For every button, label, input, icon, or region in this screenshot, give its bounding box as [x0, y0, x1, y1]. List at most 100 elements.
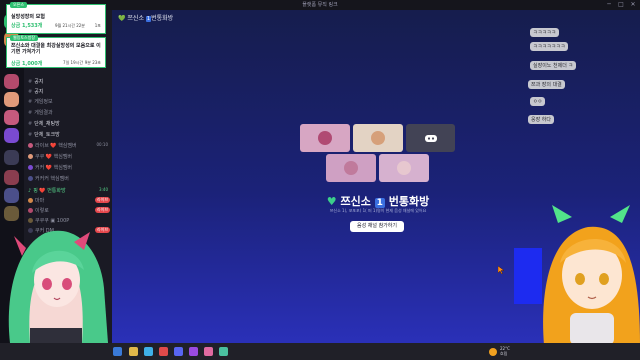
app-icon[interactable] — [204, 347, 213, 356]
channel-header-name: 쯔신소 — [127, 15, 144, 22]
member-label: 커커 ❤️ 핵심멤버 — [35, 165, 73, 171]
server-icon[interactable] — [4, 150, 19, 165]
overlay-block — [514, 248, 542, 304]
live-badge: 라이브 — [94, 197, 110, 203]
avatar — [28, 165, 33, 170]
member-label: 쿠쿠 ❤️ 핵심멤버 — [35, 154, 73, 160]
chat-message: ㅋㅋㅋㅋㅋㅋㅋ — [530, 42, 569, 51]
start-icon[interactable] — [113, 347, 122, 356]
discord-icon[interactable] — [174, 347, 183, 356]
voice-title-number: 1 — [374, 198, 385, 208]
popup-title: 실망성장의 모험 — [11, 14, 45, 20]
channel-header: 💚 쯔신소 1번통화방 — [118, 13, 173, 22]
browser-icon[interactable] — [144, 347, 153, 356]
server-icon[interactable] — [4, 110, 19, 125]
member-label: 이렇로 — [35, 208, 49, 214]
chat-message: 쯔과 장의 대결 — [528, 80, 565, 89]
chat-message: 웅장 하다 — [528, 115, 554, 124]
maximize-button[interactable]: □ — [616, 1, 626, 8]
voice-member[interactable]: 커커커 핵심멤버 — [28, 175, 112, 184]
channel-label: 게임정보 — [34, 99, 53, 105]
channel-hash-icon: # — [28, 121, 33, 127]
channel-item[interactable]: # 단체_토크방 — [28, 131, 112, 140]
participant-tile[interactable] — [353, 124, 403, 152]
minimize-button[interactable]: ─ — [604, 1, 614, 8]
popup-tag: 웹밍토스방장 — [10, 35, 39, 41]
popup-date: 9월 21시간 22분 — [55, 23, 85, 28]
weather-condition: 흐림 — [500, 351, 508, 356]
voice-title-suffix: 번통화방 — [388, 195, 430, 208]
folder-icon[interactable] — [129, 347, 138, 356]
channel-item[interactable]: # 공지 — [28, 88, 112, 97]
voice-member[interactable]: 마마 라이브 — [28, 197, 112, 206]
channel-label: 공지 — [34, 79, 44, 85]
channel-label: 핑 ❤️ 번통화방 — [33, 188, 66, 194]
vtuber-avatar-left — [8, 230, 109, 343]
channel-label: 게임결과 — [34, 110, 53, 116]
voice-member[interactable]: 라이브 ❤️ 핵심멤버 00:10 — [28, 142, 112, 151]
voice-member[interactable]: 이렇로 라이브 — [28, 207, 112, 216]
app-icon[interactable] — [189, 347, 198, 356]
close-button[interactable]: ✕ — [628, 1, 638, 8]
chat-message: ㅋㅋㅋㅋㅋ — [530, 28, 560, 37]
vtuber-avatar-right — [543, 205, 640, 345]
channel-item[interactable]: # 게임정보 — [28, 98, 112, 107]
popup-title: 쯔신소와 대결을 최강실망성의 모음으로 이기면 가져가기 — [11, 43, 101, 55]
channel-item[interactable]: # 게임결과 — [28, 109, 112, 118]
chat-message: ㅇㅇ — [530, 97, 546, 106]
voice-member[interactable]: 쿠쿠 ❤️ 핵심멤버 — [28, 153, 112, 162]
channel-hash-icon: # — [28, 99, 33, 105]
member-time: 00:10 — [96, 142, 108, 147]
participant-tile[interactable] — [406, 124, 455, 152]
channel-label: 공지 — [34, 89, 44, 95]
discord-icon — [424, 134, 437, 142]
avatar — [28, 143, 33, 148]
server-icon[interactable] — [4, 188, 19, 203]
cursor-icon — [498, 266, 504, 274]
popup-tag: 오픈스 — [10, 2, 28, 8]
participant-tile[interactable] — [379, 154, 429, 182]
channel-item[interactable]: # 공지 — [28, 78, 112, 87]
member-label: 커커커 핵심멤버 — [35, 176, 69, 182]
voice-channel-active[interactable]: ♪ 핑 ❤️ 번통화방 3:40 — [28, 187, 112, 196]
avatar — [28, 176, 33, 181]
app-icon[interactable] — [159, 347, 168, 356]
weather-icon — [489, 348, 497, 356]
app-icon[interactable] — [219, 347, 228, 356]
weather-widget[interactable]: 22°C 흐림 — [500, 346, 510, 356]
member-label: 마마 — [35, 198, 45, 204]
event-popup[interactable]: 웹밍토스방장 쯔신소와 대결을 최강실망성의 모음으로 이기면 가져가기 7일 … — [6, 35, 106, 68]
join-voice-button[interactable]: 음성 채널 참가하기 — [350, 221, 404, 232]
popup-extra: 9분 23초 — [84, 60, 101, 65]
channel-label: 단체_채팅방 — [34, 121, 60, 127]
channel-item[interactable]: # 단체_채팅방 — [28, 120, 112, 129]
server-icon[interactable] — [4, 128, 19, 143]
participant-tile[interactable] — [326, 154, 376, 182]
participant-tile[interactable] — [300, 124, 350, 152]
voice-channel-title: ♥ 쯔신소 1 번통화방 — [300, 193, 456, 209]
server-icon[interactable] — [4, 74, 19, 89]
event-popup[interactable]: 오픈스 실망성장의 모험 9월 21시간 22분 1포 상금 1,533개 — [6, 2, 106, 34]
channel-header-suffix: 번통화방 — [151, 15, 174, 22]
channel-hash-icon: # — [28, 79, 33, 85]
server-icon[interactable] — [4, 92, 19, 107]
channel-label: 단체_토크방 — [34, 132, 60, 138]
speaker-icon: ♪ — [28, 188, 32, 194]
avatar — [344, 161, 358, 175]
avatar — [371, 131, 385, 145]
popup-extra: 1포 — [94, 23, 101, 28]
voice-title-name: 쯔신소 — [340, 195, 371, 208]
avatar — [28, 198, 33, 203]
server-icon[interactable] — [4, 170, 19, 185]
channel-time: 3:40 — [99, 187, 108, 192]
taskbar: 22°C 흐림 — [0, 343, 640, 360]
member-label: 라이브 ❤️ 핵심멤버 — [35, 143, 77, 149]
popup-date: 7일 19시간 — [63, 60, 83, 65]
avatar — [28, 208, 33, 213]
popup-prize: 상금 1,000개 — [11, 61, 43, 67]
voice-channel-subtitle: 쯔신소 1(, 포포포) 1( 퍼 1)명이 현재 음성 채널에 있어요 — [329, 208, 427, 213]
voice-member[interactable]: 커커 ❤️ 핵심멤버 — [28, 164, 112, 173]
heart-icon: ♥ — [326, 195, 337, 208]
avatar — [397, 161, 411, 175]
avatar — [28, 154, 33, 159]
